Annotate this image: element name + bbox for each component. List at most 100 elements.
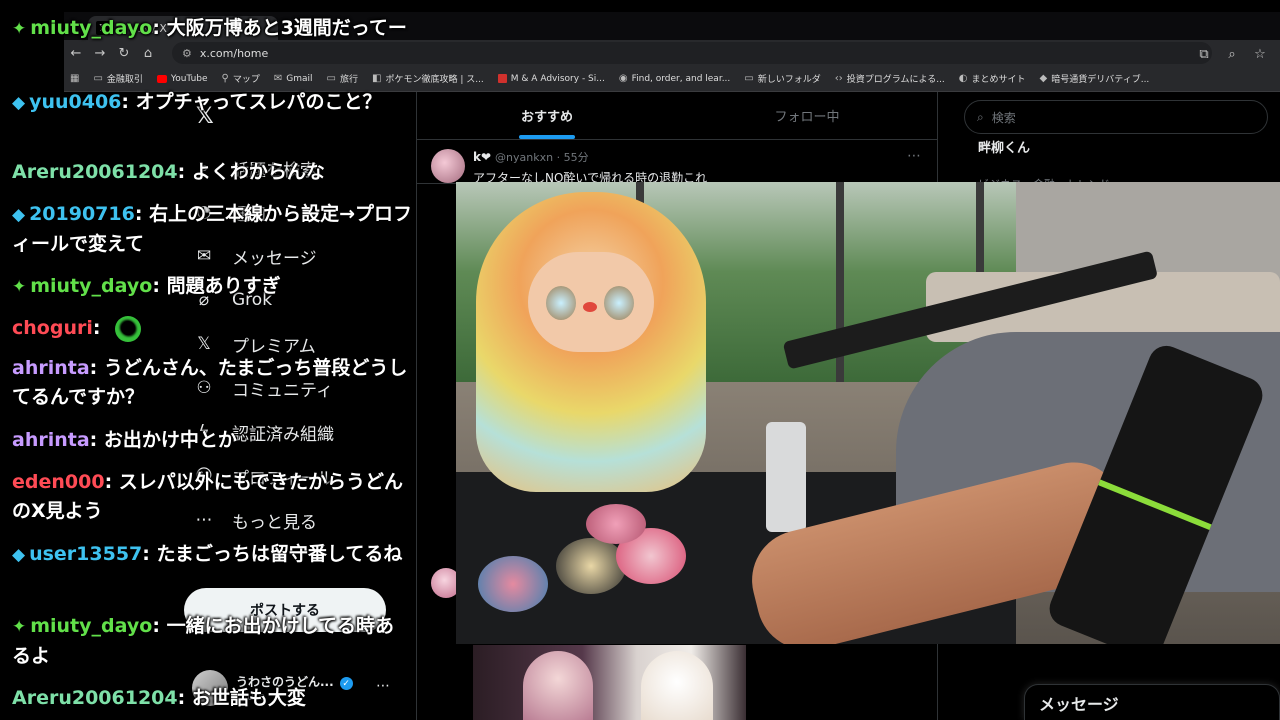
bookmark-icon bbox=[497, 74, 507, 83]
bookmark-item[interactable]: ◧ ポケモン徹底攻略 | ス... bbox=[372, 72, 484, 85]
chat-username: miuty_dayo bbox=[30, 615, 153, 637]
zoom-icon[interactable]: ⌕ bbox=[1220, 42, 1244, 66]
tweet[interactable]: k❤ @nyankxn · 55分 アフターなしNO酔いで帰れる時の退勤これ ⋯ bbox=[417, 140, 937, 185]
chat-username: Areru20061204 bbox=[12, 161, 178, 183]
tweet-author[interactable]: k❤ bbox=[473, 150, 491, 164]
plush-doll bbox=[476, 192, 706, 492]
home-icon[interactable]: ⌂ bbox=[136, 41, 160, 65]
bookmark-icon: ◆ bbox=[1039, 73, 1048, 84]
bookmark-item[interactable]: ▭ 旅行 bbox=[327, 72, 358, 85]
chat-username: yuu0406 bbox=[29, 91, 122, 113]
more-icon[interactable]: ⋯ bbox=[907, 148, 921, 164]
chat-username: 20190716 bbox=[29, 203, 135, 225]
chat-message: ✦ miuty_dayo: 問題ありすぎ bbox=[12, 275, 281, 297]
chat-message: ◆ user13557: たまごっちは留守番してるね bbox=[12, 543, 403, 565]
site-settings-icon[interactable]: ⚙ bbox=[182, 47, 192, 60]
chat-username: choguri bbox=[12, 317, 93, 339]
chat-username: ahrinta bbox=[12, 429, 90, 451]
bookmark-item[interactable]: ◆ 暗号通貨デリバティブ... bbox=[1040, 72, 1150, 85]
bookmark-item[interactable]: ⚲ マップ bbox=[222, 72, 260, 85]
tweet-media-image[interactable] bbox=[473, 645, 746, 720]
tamagotchi bbox=[586, 504, 646, 544]
chat-message: ahrinta: お出かけ中とか bbox=[12, 429, 237, 451]
messages-drawer[interactable]: メッセージ bbox=[1024, 684, 1280, 720]
bookmark-item[interactable]: ◉ Find, order, and lear... bbox=[619, 73, 730, 84]
doll-eye bbox=[604, 286, 634, 320]
chat-text: 問題ありすぎ bbox=[166, 275, 281, 297]
chat-username: miuty_dayo bbox=[30, 17, 153, 39]
doll-nose bbox=[583, 302, 597, 312]
back-icon[interactable]: ← bbox=[64, 41, 88, 65]
chat-text: お出かけ中とか bbox=[103, 429, 237, 451]
tweet-time[interactable]: 55分 bbox=[564, 151, 589, 164]
youtube-icon bbox=[156, 74, 167, 83]
window-frame bbox=[836, 182, 844, 392]
bookmark-item[interactable]: ◐ まとめサイト bbox=[959, 72, 1026, 85]
chat-message: ✦ miuty_dayo: 一緒にお出かけしてる時あるよ bbox=[12, 615, 394, 667]
suggested-account-name[interactable]: 畔柳くん bbox=[978, 137, 1030, 156]
apps-icon[interactable]: ▦ bbox=[70, 73, 79, 84]
reload-icon[interactable]: ↻ bbox=[112, 41, 136, 65]
chat-text: 大阪万博あと3週間だってー bbox=[166, 17, 407, 39]
bookmark-icon: ◧ bbox=[372, 73, 382, 84]
gmail-icon: ✉ bbox=[273, 73, 283, 84]
chat-text: よくわからんな bbox=[191, 161, 325, 183]
forward-icon[interactable]: → bbox=[88, 41, 112, 65]
chat-message: ◆ 20190716: 右上の三本線から設定→プロフィールで変えて bbox=[12, 203, 412, 255]
tab-for-you[interactable]: おすすめ bbox=[417, 92, 677, 139]
desk-object bbox=[766, 422, 806, 532]
chat-username: ahrinta bbox=[12, 357, 90, 379]
search-placeholder: 検索 bbox=[991, 110, 1016, 125]
chat-message: choguri: ☻ bbox=[12, 314, 412, 343]
timeline-tabs: おすすめ フォロー中 bbox=[417, 92, 937, 140]
bookmark-item[interactable]: YouTube bbox=[156, 74, 208, 84]
sparkle-icon: ✦ bbox=[12, 617, 27, 637]
bookmark-item[interactable]: ▭ 新しいフォルダ bbox=[744, 72, 820, 85]
tab-following[interactable]: フォロー中 bbox=[677, 92, 937, 139]
webcam-overlay bbox=[456, 182, 1280, 644]
bookmark-item[interactable]: ‹› 投資プログラムによる... bbox=[835, 72, 945, 85]
address-bar[interactable]: ⚙ x.com/home bbox=[172, 42, 1212, 64]
bookmark-item[interactable]: ▭ 金融取引 bbox=[93, 72, 142, 85]
search-input[interactable]: ⌕ 検索 bbox=[964, 100, 1268, 134]
bookmark-icon: ◐ bbox=[958, 73, 968, 84]
tweet-handle[interactable]: @nyankxn bbox=[495, 151, 553, 164]
chat-message: ahrinta: うどんさん、たまごっち普段どうしてるんですか？ bbox=[12, 357, 408, 408]
chat-username: miuty_dayo bbox=[30, 275, 153, 297]
doll-face bbox=[528, 252, 654, 352]
toolbar-actions: ⧉ ⌕ ☆ bbox=[1192, 42, 1272, 66]
bookmark-item[interactable]: ✉ Gmail bbox=[274, 73, 313, 84]
mic-led-ring bbox=[1098, 479, 1212, 531]
bookmark-icon: ‹› bbox=[834, 73, 843, 84]
bookmark-icon: ◉ bbox=[618, 73, 628, 84]
chat-message: Areru20061204: お世話も大変 bbox=[12, 687, 306, 709]
smiley-emote-icon: ☻ bbox=[115, 315, 142, 342]
chat-message: eden000: スレパ以外にもできたからうどんのX見よう bbox=[12, 471, 404, 522]
chat-text: オプチャってスレパのこと？ bbox=[135, 91, 382, 113]
folder-icon: ▭ bbox=[744, 73, 754, 84]
messages-drawer-title: メッセージ bbox=[1039, 694, 1119, 714]
chat-message: ◆ yuu0406: オプチャってスレパのこと？ bbox=[12, 91, 382, 113]
chat-message: Areru20061204: よくわからんな bbox=[12, 161, 325, 183]
cube-icon: ◆ bbox=[12, 205, 26, 225]
sparkle-icon: ✦ bbox=[12, 277, 27, 297]
url-text: x.com/home bbox=[199, 46, 269, 60]
bookmark-star-icon[interactable]: ☆ bbox=[1248, 42, 1272, 66]
map-pin-icon: ⚲ bbox=[221, 73, 229, 84]
folder-icon: ▭ bbox=[326, 73, 336, 84]
chat-username: eden000 bbox=[12, 471, 105, 493]
sparkle-icon: ✦ bbox=[12, 19, 27, 39]
bookmark-item[interactable]: M & A Advisory - Si... bbox=[497, 74, 605, 84]
media-figure bbox=[641, 651, 713, 720]
tamagotchi bbox=[478, 556, 548, 612]
doll-eye bbox=[546, 286, 576, 320]
chat-username: Areru20061204 bbox=[12, 687, 178, 709]
chat-message: ✦ miuty_dayo: 大阪万博あと3週間だってー bbox=[12, 17, 407, 39]
chat-text: お世話も大変 bbox=[191, 687, 306, 709]
chat-text: たまごっちは留守番してるね bbox=[156, 543, 403, 565]
avatar[interactable] bbox=[431, 149, 465, 183]
search-icon: ⌕ bbox=[977, 109, 984, 124]
install-app-icon[interactable]: ⧉ bbox=[1192, 42, 1216, 66]
cube-icon: ◆ bbox=[12, 545, 26, 565]
folder-icon: ▭ bbox=[93, 73, 103, 84]
